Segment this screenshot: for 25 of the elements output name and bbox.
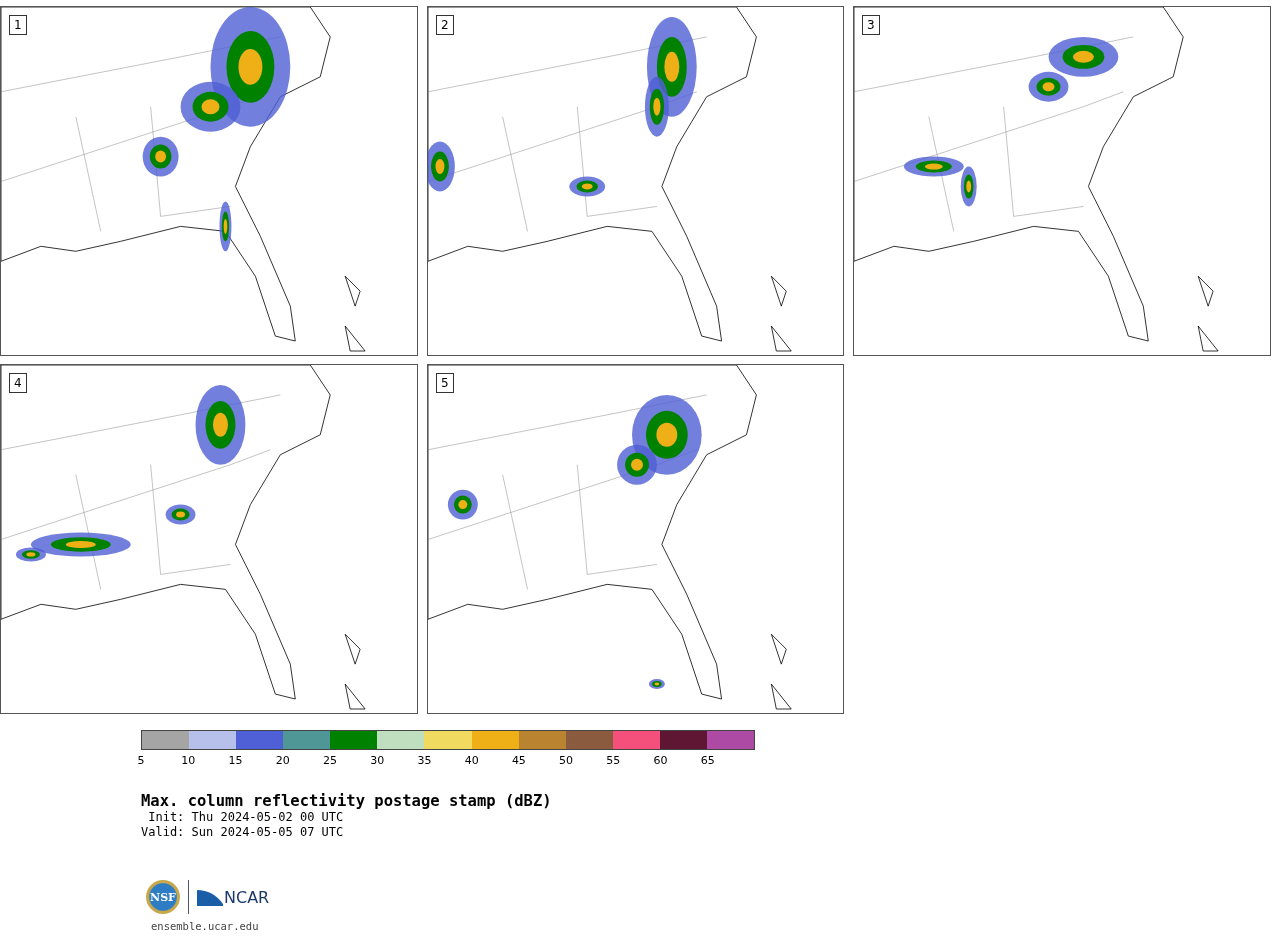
swoosh-icon bbox=[197, 888, 223, 906]
panel-number: 1 bbox=[9, 15, 27, 35]
ncar-logo: NCAR bbox=[224, 890, 270, 906]
tick-label: 5 bbox=[137, 755, 145, 767]
chart-title: Max. column reflectivity postage stamp (dBZ) bbox=[141, 792, 553, 810]
tick-label: 55 bbox=[606, 755, 621, 767]
website-url: ensemble.ucar.edu bbox=[151, 920, 260, 932]
panel-number: 3 bbox=[862, 15, 880, 35]
seal-logo: NSF bbox=[146, 880, 180, 914]
tick-label: 15 bbox=[228, 755, 243, 767]
tick-label: 50 bbox=[559, 755, 574, 767]
tick-label: 35 bbox=[417, 755, 432, 767]
tick-label: 30 bbox=[370, 755, 385, 767]
tick-label: 25 bbox=[322, 755, 337, 767]
panel-number: 2 bbox=[436, 15, 454, 35]
tick-label: 60 bbox=[653, 755, 668, 767]
tick-label: 10 bbox=[181, 755, 196, 767]
valid-time: Valid: Sun 2024-05-05 07 UTC bbox=[141, 825, 345, 840]
init-time: Init: Thu 2024-05-02 00 UTC bbox=[147, 810, 345, 825]
tick-label: 65 bbox=[700, 755, 715, 767]
panel-number: 4 bbox=[9, 373, 27, 393]
tick-label: 40 bbox=[464, 755, 479, 767]
panel-number: 5 bbox=[436, 373, 454, 393]
tick-label: 45 bbox=[511, 755, 526, 767]
tick-label: 20 bbox=[275, 755, 290, 767]
